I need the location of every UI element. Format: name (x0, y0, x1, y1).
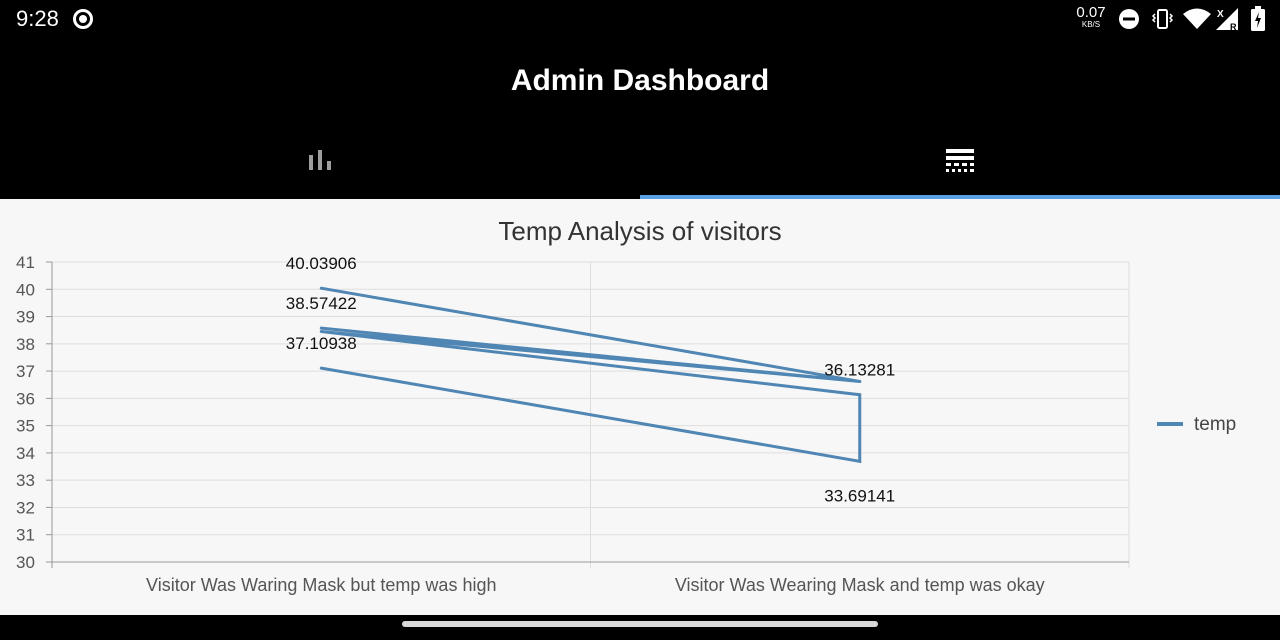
y-tick-label: 33 (16, 471, 35, 490)
y-tick-label: 35 (16, 417, 35, 436)
status-bar: 9:28 0.07 KB/S X R (0, 0, 1280, 38)
data-point (319, 326, 323, 330)
chart-panel: Temp Analysis of visitors 30 31 32 33 34 35 36… (0, 199, 1280, 615)
wifi-icon (1183, 8, 1211, 29)
svg-text:R: R (1230, 22, 1237, 32)
data-point (858, 459, 862, 463)
data-point (858, 379, 862, 383)
data-label: 33.69141 (824, 486, 895, 505)
battery-icon (1251, 6, 1265, 31)
y-tick-label: 31 (16, 526, 35, 545)
net-speed-value: 0.07 (1076, 4, 1106, 21)
network-speed: 0.07 KB/S (1074, 5, 1108, 29)
y-tick-label: 40 (16, 280, 35, 299)
bar-chart-icon (309, 150, 331, 170)
status-time: 9:28 (16, 6, 59, 31)
y-tick-label: 34 (16, 444, 35, 463)
legend-label-temp: temp (1194, 414, 1236, 435)
data-label: 36.13281 (824, 361, 895, 380)
record-icon (73, 9, 93, 29)
data-point (319, 286, 323, 290)
net-speed-unit: KB/S (1081, 20, 1101, 29)
tab-bar-chart[interactable] (0, 126, 640, 199)
svg-text:X: X (1217, 9, 1224, 20)
tab-table-chart[interactable] (640, 126, 1280, 199)
x-category-label: Visitor Was Wearing Mask and temp was ok… (675, 575, 1045, 595)
y-tick-label: 32 (16, 498, 35, 517)
y-tick-label: 39 (16, 308, 35, 327)
data-label: 37.10938 (286, 334, 357, 353)
chart-title: Temp Analysis of visitors (498, 216, 781, 246)
y-tick-label: 38 (16, 335, 35, 354)
data-label: 38.57422 (286, 294, 357, 313)
table-chart-icon (946, 149, 974, 172)
home-gesture-handle[interactable] (402, 621, 878, 627)
axes: 30 31 32 33 34 35 36 37 38 39 40 41 Visitor Was Wari… (16, 253, 1129, 595)
app-bar: Admin Dashboard (0, 38, 1280, 126)
legend: temp (1157, 414, 1236, 435)
vibrate-icon (1151, 9, 1174, 29)
y-tick-label: 30 (16, 553, 35, 572)
data-point (319, 366, 323, 370)
data-point (319, 330, 323, 334)
page-title: Admin Dashboard (510, 64, 770, 97)
x-category-label: Visitor Was Waring Mask but temp was hig… (146, 575, 496, 595)
data-label: 40.03906 (286, 254, 357, 273)
y-tick-label: 37 (16, 362, 35, 381)
tab-bar (0, 126, 1280, 199)
data-point (858, 393, 862, 397)
y-tick-label: 41 (16, 253, 35, 272)
do-not-disturb-icon (1119, 9, 1139, 29)
temp-line-chart: Temp Analysis of visitors 30 31 32 33 34 35 36… (16, 216, 1236, 595)
y-tick-label: 36 (16, 389, 35, 408)
navigation-bar (0, 615, 1280, 640)
cell-signal-icon: X R (1216, 8, 1238, 32)
